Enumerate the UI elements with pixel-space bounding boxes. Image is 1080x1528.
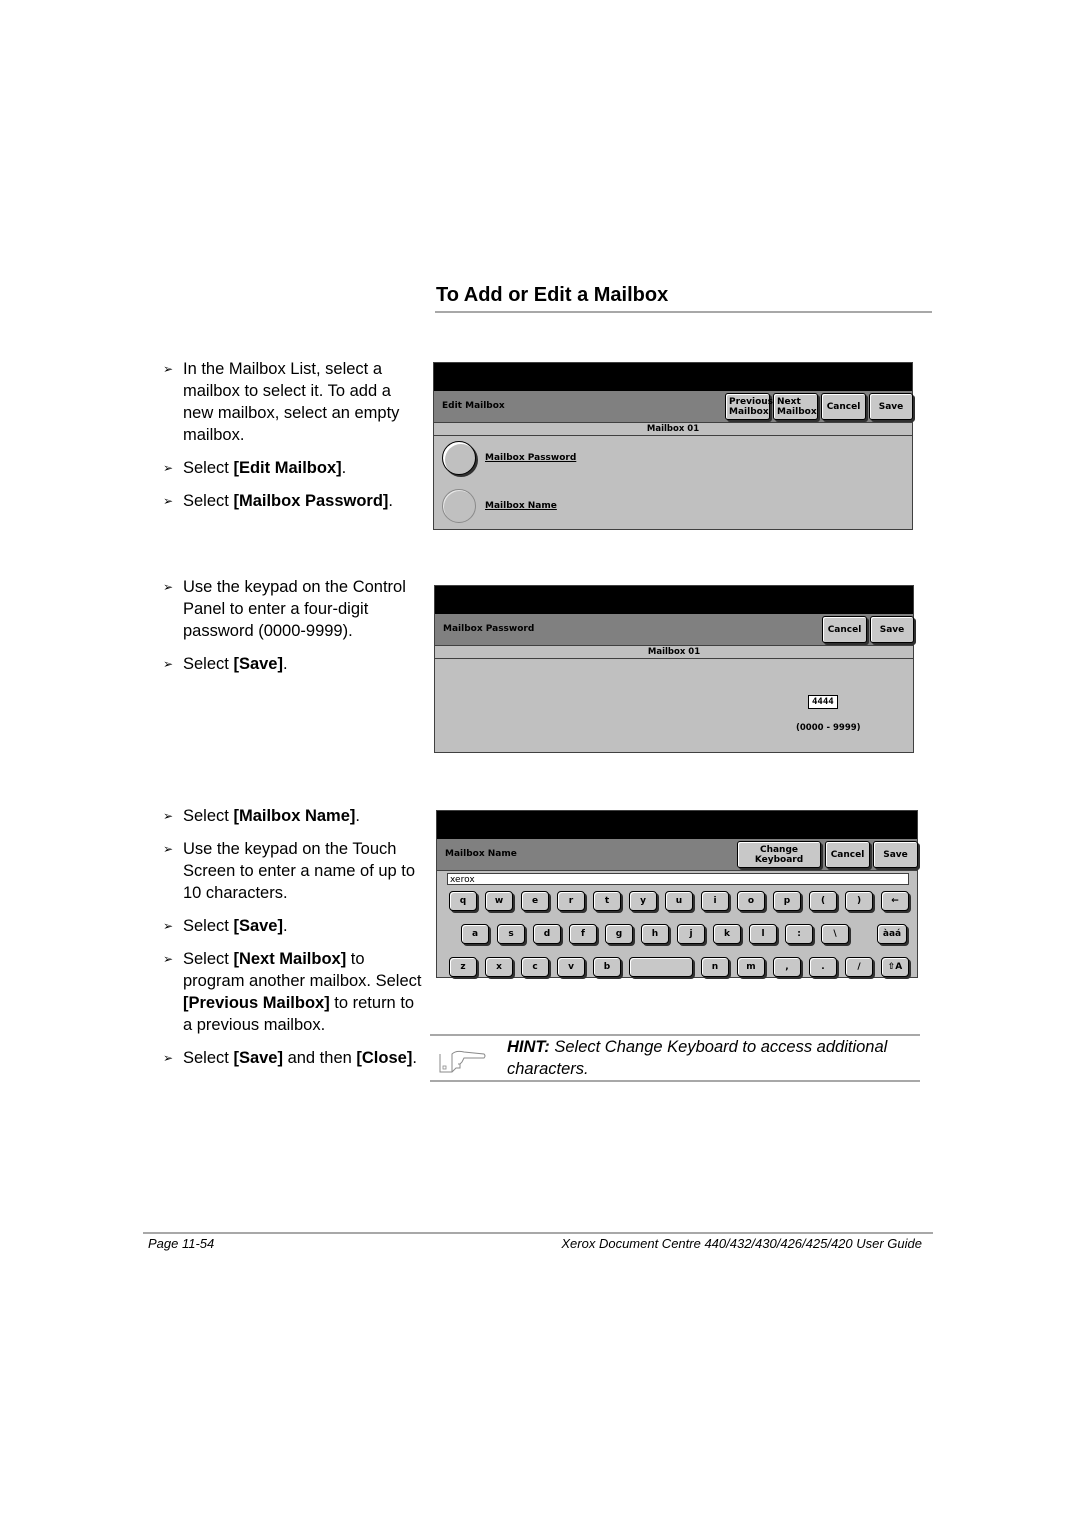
cancel-button[interactable]: Cancel — [825, 841, 870, 868]
password-range-label: (0000 - 9999) — [796, 723, 861, 733]
bullet-arrow-icon: ➢ — [163, 657, 174, 671]
period-key[interactable]: . — [809, 957, 837, 977]
steps-group-2: ➢ Use the keypad on the Control Panel to … — [163, 576, 423, 686]
mailbox-number-label: Mailbox 01 — [434, 423, 912, 436]
key-o[interactable]: o — [737, 891, 765, 911]
radio-selected-icon[interactable] — [442, 441, 476, 475]
key-g[interactable]: g — [605, 924, 633, 944]
previous-mailbox-button[interactable]: Previous Mailbox — [725, 393, 773, 420]
key-t[interactable]: t — [593, 891, 621, 911]
close-paren-key[interactable]: ) — [845, 891, 873, 911]
bullet-arrow-icon: ➢ — [163, 461, 174, 475]
key-f[interactable]: f — [569, 924, 597, 944]
mailbox-name-input[interactable]: xerox — [447, 873, 909, 885]
key-j[interactable]: j — [677, 924, 705, 944]
step-item: ➢ Select [Mailbox Name]. — [163, 807, 360, 825]
key-h[interactable]: h — [641, 924, 669, 944]
steps-group-3: ➢ Select [Mailbox Name]. ➢ Use the keypad … — [163, 805, 423, 1080]
slash-key[interactable]: / — [845, 957, 873, 977]
next-mailbox-button[interactable]: Next Mailbox — [773, 393, 818, 420]
colon-key[interactable]: : — [785, 924, 813, 944]
key-w[interactable]: w — [485, 891, 513, 911]
bullet-arrow-icon: ➢ — [163, 362, 174, 376]
key-d[interactable]: d — [533, 924, 561, 944]
screen-title-bar: Edit Mailbox Previous Mailbox Next Mailbox… — [434, 391, 913, 423]
pointing-hand-icon — [439, 1050, 486, 1073]
step-item: ➢ Select [Save]. — [163, 655, 288, 673]
guide-title: Xerox Document Centre 440/432/430/426/42… — [561, 1236, 922, 1251]
screen-top-bar — [435, 586, 913, 614]
save-button[interactable]: Save — [873, 841, 918, 868]
page-heading: To Add or Edit a Mailbox — [436, 284, 669, 306]
key-i[interactable]: i — [701, 891, 729, 911]
footer-rule — [143, 1232, 933, 1234]
backspace-key[interactable]: ← — [881, 891, 909, 911]
bullet-arrow-icon: ➢ — [163, 919, 174, 933]
edit-mailbox-screen: Edit Mailbox Previous Mailbox Next Mailbox… — [433, 362, 913, 530]
key-z[interactable]: z — [449, 957, 477, 977]
key-v[interactable]: v — [557, 957, 585, 977]
step-item: ➢ In the Mailbox List, select a mailbox t… — [163, 360, 400, 444]
password-field[interactable]: 4444 — [808, 695, 838, 709]
step-item: ➢ Select [Save] and then [Close]. — [163, 1049, 417, 1067]
mailbox-number-label: Mailbox 01 — [435, 646, 913, 659]
page-number: Page 11-54 — [148, 1236, 215, 1251]
mailbox-name-screen: Mailbox Name Change Keyboard Cancel Save… — [436, 810, 918, 978]
radio-unselected-icon[interactable] — [442, 489, 476, 523]
key-u[interactable]: u — [665, 891, 693, 911]
hint-bottom-rule — [430, 1080, 920, 1082]
screen-top-bar — [437, 811, 917, 839]
key-k[interactable]: k — [713, 924, 741, 944]
screen-top-bar — [434, 363, 912, 391]
save-button[interactable]: Save — [869, 393, 913, 420]
step-item: ➢ Select [Mailbox Password]. — [163, 492, 393, 510]
key-e[interactable]: e — [521, 891, 549, 911]
mailbox-password-screen: Mailbox Password Cancel Save Mailbox 01 … — [434, 585, 914, 753]
screen-title-bar: Mailbox Password Cancel Save — [435, 614, 914, 646]
key-c[interactable]: c — [521, 957, 549, 977]
step-item: ➢ Select [Edit Mailbox]. — [163, 459, 347, 477]
key-r[interactable]: r — [557, 891, 585, 911]
steps-group-1: ➢ In the Mailbox List, select a mailbox t… — [163, 358, 423, 523]
key-x[interactable]: x — [485, 957, 513, 977]
bullet-arrow-icon: ➢ — [163, 952, 174, 966]
accent-key[interactable]: àaá — [877, 924, 907, 944]
bullet-arrow-icon: ➢ — [163, 580, 174, 594]
step-item: ➢ Use the keypad on the Touch Screen to e… — [163, 840, 416, 902]
cancel-button[interactable]: Cancel — [821, 393, 866, 420]
shift-key[interactable]: ⇧A — [881, 957, 909, 977]
screen-title: Edit Mailbox — [442, 401, 505, 411]
space-key[interactable] — [629, 957, 693, 977]
screen-title: Mailbox Password — [443, 624, 535, 634]
comma-key[interactable]: , — [773, 957, 801, 977]
key-n[interactable]: n — [701, 957, 729, 977]
bullet-arrow-icon: ➢ — [163, 809, 174, 823]
screen-title-bar: Mailbox Name Change Keyboard Cancel Save — [437, 839, 918, 871]
change-keyboard-button[interactable]: Change Keyboard — [737, 841, 821, 868]
bullet-arrow-icon: ➢ — [163, 1051, 174, 1065]
hint-text: HINT: Select Change Keyboard to access a… — [507, 1038, 888, 1078]
key-l[interactable]: l — [749, 924, 777, 944]
heading-rule — [435, 311, 932, 313]
option-mailbox-password[interactable]: Mailbox Password — [442, 441, 576, 475]
bullet-arrow-icon: ➢ — [163, 494, 174, 508]
step-item: ➢ Select [Next Mailbox] to program anothe… — [163, 950, 422, 1034]
key-y[interactable]: y — [629, 891, 657, 911]
cancel-button[interactable]: Cancel — [822, 616, 867, 643]
key-m[interactable]: m — [737, 957, 765, 977]
key-q[interactable]: q — [449, 891, 477, 911]
bullet-arrow-icon: ➢ — [163, 842, 174, 856]
key-b[interactable]: b — [593, 957, 621, 977]
save-button[interactable]: Save — [870, 616, 914, 643]
key-s[interactable]: s — [497, 924, 525, 944]
step-item: ➢ Use the keypad on the Control Panel to … — [163, 578, 406, 640]
key-p[interactable]: p — [773, 891, 801, 911]
backslash-key[interactable]: \ — [821, 924, 849, 944]
open-paren-key[interactable]: ( — [809, 891, 837, 911]
key-a[interactable]: a — [461, 924, 489, 944]
option-mailbox-name[interactable]: Mailbox Name — [442, 489, 557, 523]
screen-title: Mailbox Name — [445, 849, 517, 859]
step-item: ➢ Select [Save]. — [163, 917, 288, 935]
